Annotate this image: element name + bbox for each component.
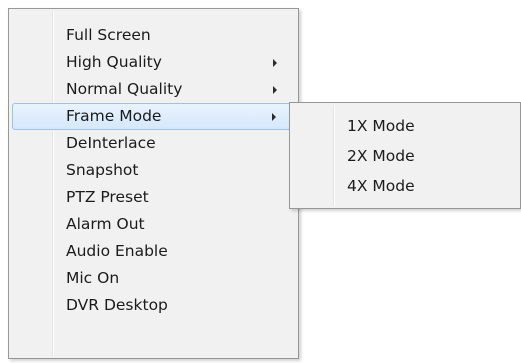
menu-item-label: DVR Desktop <box>66 296 168 314</box>
submenu-arrow-icon <box>273 58 277 67</box>
menu-item-ptz-preset[interactable]: PTZ Preset <box>12 184 295 211</box>
menu-item-full-screen[interactable]: Full Screen <box>12 22 295 49</box>
menu-item-label: High Quality <box>66 53 162 71</box>
menu-item-label: Normal Quality <box>66 80 183 98</box>
menu-item-mic-on[interactable]: Mic On <box>12 265 295 292</box>
menu-item-audio-enable[interactable]: Audio Enable <box>12 238 295 265</box>
submenu-item-4x-mode[interactable]: 4X Mode <box>293 171 517 201</box>
menu-item-label: Snapshot <box>66 161 139 179</box>
menu-item-label: Full Screen <box>66 26 151 44</box>
context-menu: Full Screen High Quality Normal Quality … <box>8 8 299 359</box>
menu-item-deinterlace[interactable]: DeInterlace <box>12 130 295 157</box>
menu-item-normal-quality[interactable]: Normal Quality <box>12 76 295 103</box>
menu-item-label: PTZ Preset <box>66 188 149 206</box>
menu-item-alarm-out[interactable]: Alarm Out <box>12 211 295 238</box>
submenu-item-label: 4X Mode <box>347 177 415 195</box>
menu-item-label: Mic On <box>66 269 120 287</box>
submenu-item-label: 2X Mode <box>347 147 415 165</box>
menu-item-frame-mode[interactable]: Frame Mode <box>12 103 295 130</box>
submenu-arrow-icon <box>272 112 276 121</box>
menu-item-label: Frame Mode <box>66 107 162 125</box>
menu-item-snapshot[interactable]: Snapshot <box>12 157 295 184</box>
menu-item-label: DeInterlace <box>66 134 156 152</box>
submenu-item-1x-mode[interactable]: 1X Mode <box>293 111 517 141</box>
submenu-item-label: 1X Mode <box>347 117 415 135</box>
menu-item-label: Alarm Out <box>66 215 145 233</box>
menu-item-label: Audio Enable <box>66 242 168 260</box>
submenu-arrow-icon <box>273 85 277 94</box>
frame-mode-submenu: 1X Mode 2X Mode 4X Mode <box>289 102 521 209</box>
screen: Full Screen High Quality Normal Quality … <box>0 0 521 363</box>
submenu-item-2x-mode[interactable]: 2X Mode <box>293 141 517 171</box>
menu-item-dvr-desktop[interactable]: DVR Desktop <box>12 292 295 319</box>
menu-item-high-quality[interactable]: High Quality <box>12 49 295 76</box>
